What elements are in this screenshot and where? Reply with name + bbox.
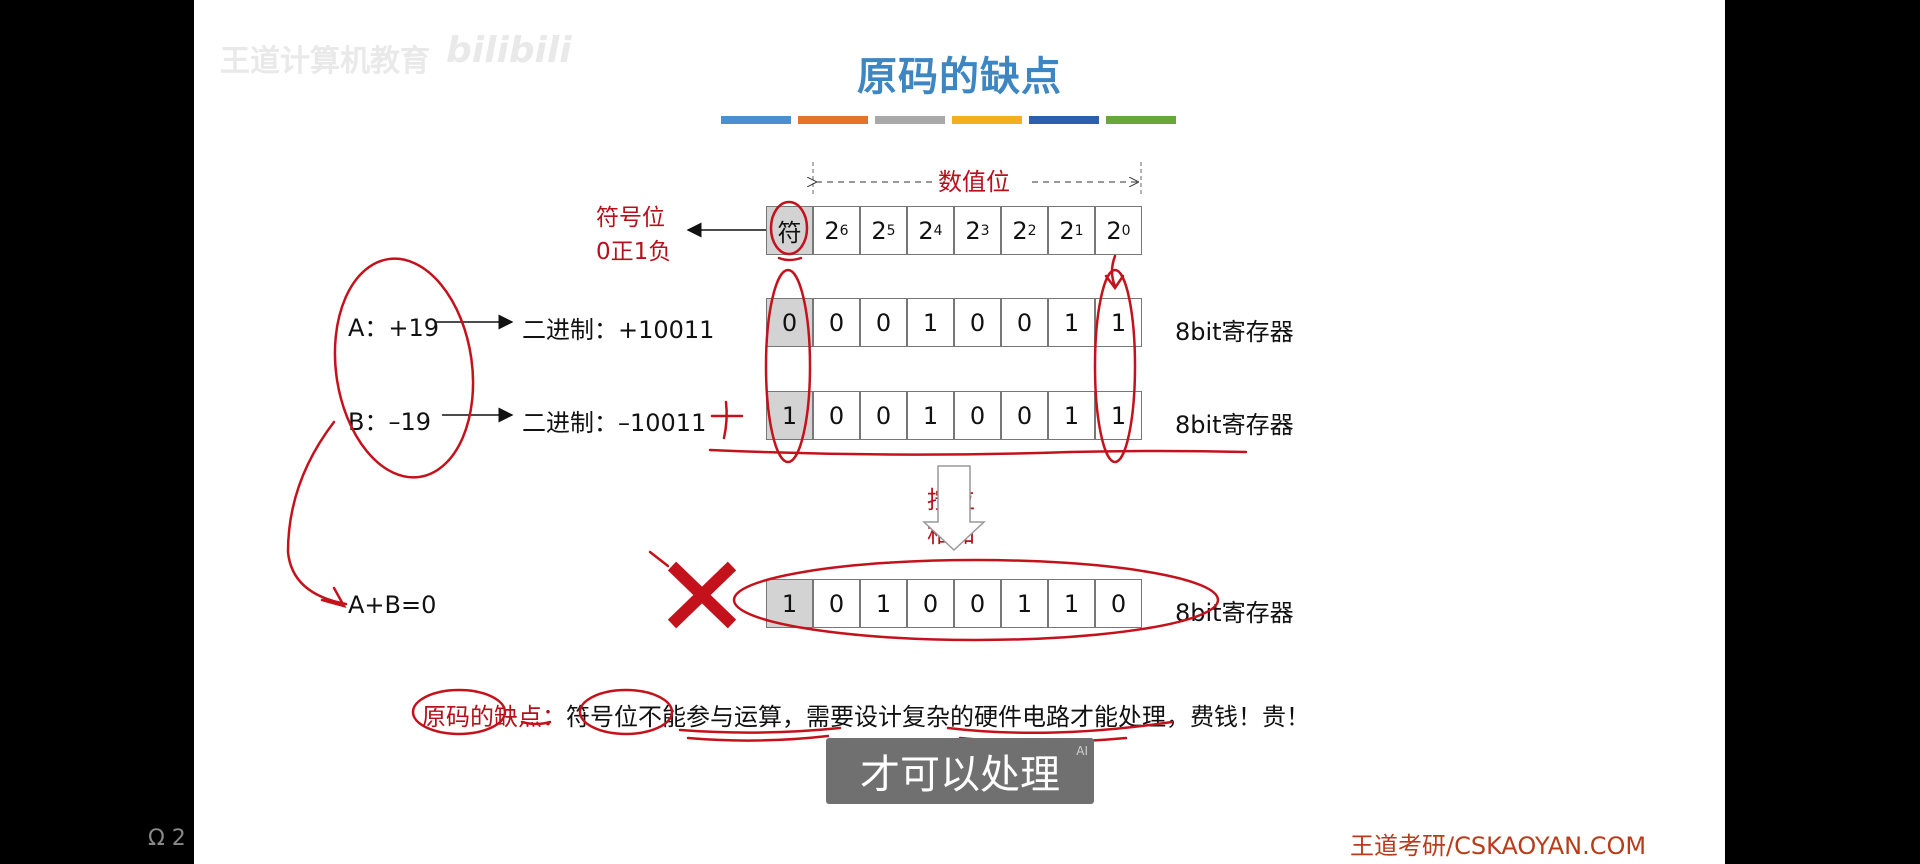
slide: 王道计算机教育 bilibili 原码的缺点 数值位 符号位 0正1负 符262… [194, 0, 1725, 864]
video-frame: Ω 2 王道计算机教育 bilibili 原码的缺点 数值位 符号位 0正1负 … [0, 0, 1920, 864]
ai-badge: AI [1076, 744, 1088, 758]
annotation-layer [286, 162, 1248, 744]
viewer-count: Ω 2 [148, 826, 186, 851]
caption-text: 才可以处理 [860, 752, 1060, 798]
caption-box: 才可以处理 AI [826, 738, 1094, 804]
